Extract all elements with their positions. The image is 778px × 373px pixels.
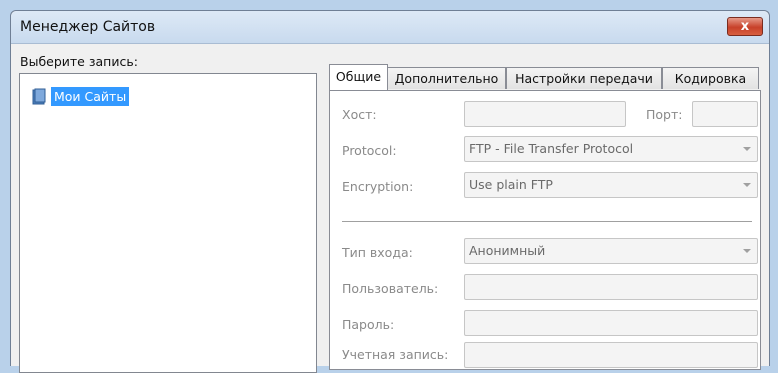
title-bar[interactable]: Менеджер Сайтов x bbox=[11, 11, 769, 44]
protocol-label: Protocol: bbox=[342, 143, 397, 158]
password-input[interactable] bbox=[464, 310, 758, 336]
logon-type-label: Тип входа: bbox=[342, 245, 413, 260]
encryption-select[interactable]: Use plain FTP bbox=[464, 172, 758, 198]
protocol-value: FTP - File Transfer Protocol bbox=[469, 141, 634, 156]
folder-icon bbox=[32, 88, 46, 105]
encryption-value: Use plain FTP bbox=[469, 177, 553, 192]
host-label: Хост: bbox=[342, 107, 377, 122]
logon-type-select[interactable]: Анонимный bbox=[464, 238, 758, 264]
chevron-down-icon bbox=[743, 249, 751, 253]
host-input[interactable] bbox=[464, 101, 626, 127]
general-tab-panel: Хост: Порт: Protocol: FTP - File Transfe… bbox=[329, 90, 761, 370]
port-label: Порт: bbox=[646, 107, 683, 122]
password-label: Пароль: bbox=[342, 317, 395, 332]
encryption-label: Encryption: bbox=[342, 179, 414, 194]
tab-general[interactable]: Общие bbox=[329, 64, 388, 90]
protocol-select[interactable]: FTP - File Transfer Protocol bbox=[464, 136, 758, 162]
site-manager-window: Менеджер Сайтов x Выберите запись: Мои С… bbox=[10, 10, 770, 373]
tab-advanced[interactable]: Дополнительно bbox=[387, 67, 506, 89]
window-title: Менеджер Сайтов bbox=[20, 19, 156, 35]
tab-transfer-settings[interactable]: Настройки передачи bbox=[506, 67, 662, 89]
user-label: Пользователь: bbox=[342, 281, 439, 296]
user-input[interactable] bbox=[464, 274, 758, 300]
close-icon: x bbox=[740, 19, 750, 34]
close-button[interactable]: x bbox=[727, 17, 763, 36]
section-divider bbox=[342, 221, 752, 222]
tree-item-label: Мои Сайты bbox=[51, 86, 130, 106]
tab-charset[interactable]: Кодировка bbox=[662, 67, 759, 89]
account-label: Учетная запись: bbox=[342, 347, 449, 362]
port-input[interactable] bbox=[692, 101, 758, 127]
logon-type-value: Анонимный bbox=[469, 243, 546, 258]
chevron-down-icon bbox=[743, 183, 751, 187]
chevron-down-icon bbox=[743, 147, 751, 151]
select-entry-label: Выберите запись: bbox=[20, 54, 138, 69]
tree-item-my-sites[interactable]: Мои Сайты bbox=[32, 86, 130, 106]
account-input[interactable] bbox=[464, 342, 758, 368]
site-tree[interactable]: Мои Сайты bbox=[19, 73, 317, 373]
